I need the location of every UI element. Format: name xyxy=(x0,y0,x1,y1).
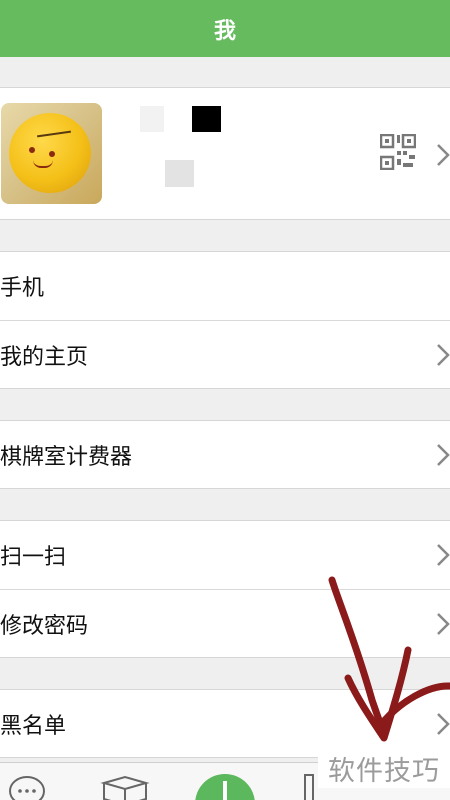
ball-eye-left xyxy=(29,147,35,153)
tools-group: 棋牌室计费器 xyxy=(0,420,450,489)
menu-item-label: 黑名单 xyxy=(0,714,67,739)
redacted-blur xyxy=(140,106,164,132)
chevron-right-icon xyxy=(437,444,450,466)
chevron-right-icon xyxy=(437,613,450,635)
menu-item-chess-timer[interactable]: 棋牌室计费器 xyxy=(0,421,450,489)
menu-item-homepage[interactable]: 我的主页 xyxy=(0,321,450,389)
account-group: 手机 我的主页 xyxy=(0,251,450,389)
chevron-right-icon xyxy=(437,713,450,735)
top-bar: 我 xyxy=(0,0,450,57)
ball-mouth xyxy=(33,160,53,168)
security-group: 扫一扫 修改密码 xyxy=(0,520,450,658)
qr-code-icon[interactable] xyxy=(380,134,416,170)
menu-item-label: 棋牌室计费器 xyxy=(0,445,133,470)
ball-brow xyxy=(37,130,71,138)
menu-item-phone[interactable]: 手机 xyxy=(0,252,450,320)
profile-card[interactable] xyxy=(0,87,450,220)
chat-bubble-icon[interactable] xyxy=(8,773,46,800)
chevron-right-icon xyxy=(437,344,450,366)
watermark: 软件技巧 xyxy=(318,748,450,788)
avatar[interactable] xyxy=(1,103,102,204)
menu-item-label: 手机 xyxy=(0,276,45,301)
menu-item-label: 我的主页 xyxy=(0,345,89,370)
ball-eye-right xyxy=(49,151,55,157)
watermark-text: 软件技巧 xyxy=(328,755,440,787)
menu-item-label: 修改密码 xyxy=(0,614,89,639)
menu-item-scan[interactable]: 扫一扫 xyxy=(0,521,450,589)
redacted-name-block xyxy=(192,106,221,132)
page-title: 我 xyxy=(213,18,236,44)
menu-item-label: 扫一扫 xyxy=(0,545,67,570)
chevron-right-icon xyxy=(437,144,450,166)
menu-item-change-password[interactable]: 修改密码 xyxy=(0,590,450,658)
redacted-id-block xyxy=(165,160,194,187)
tab-icon[interactable] xyxy=(302,773,316,800)
chevron-right-icon xyxy=(437,544,450,566)
avatar-ball xyxy=(9,113,91,193)
box-icon[interactable] xyxy=(100,775,150,800)
add-icon[interactable] xyxy=(194,773,256,800)
